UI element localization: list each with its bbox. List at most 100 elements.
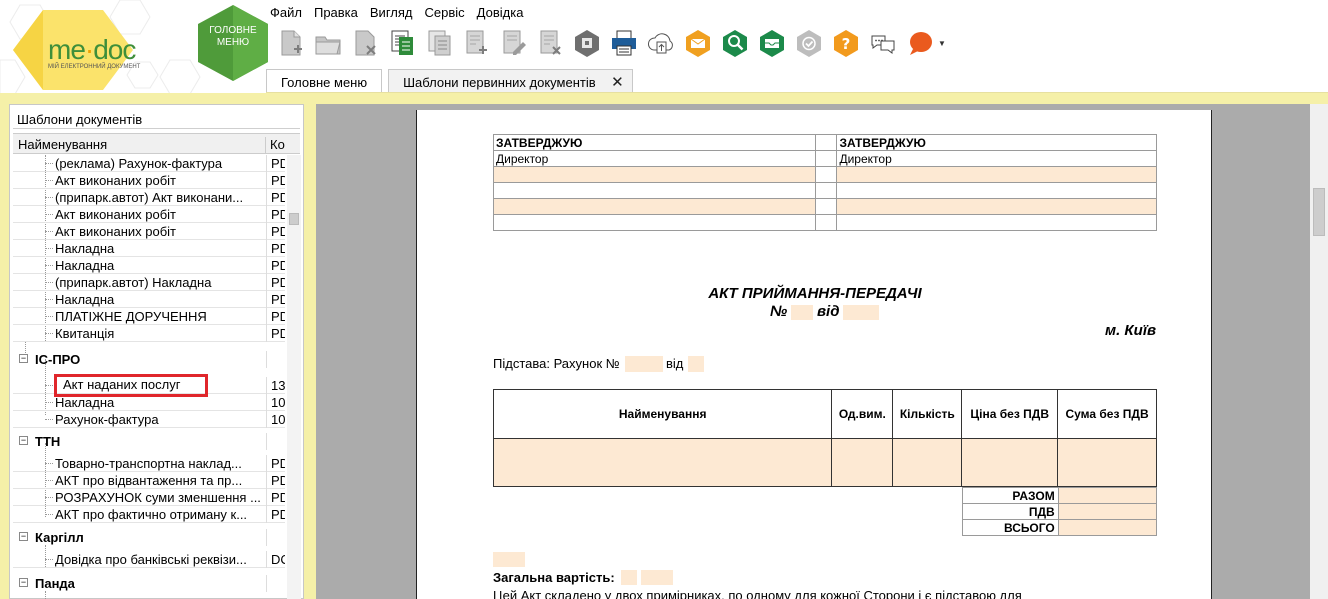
menu-help[interactable]: Довідка [471,3,530,23]
tree-scrollbar[interactable] [287,155,301,599]
tab-main-menu[interactable]: Головне меню [266,69,383,93]
new-doc-icon[interactable] [272,25,309,61]
chevron-down-icon[interactable]: ▼ [938,25,948,61]
tree-item-name: Накладна [55,258,115,273]
tree-item[interactable]: Товарно-транспортна наклад... PD [13,455,285,472]
collapse-icon[interactable]: − [19,532,28,541]
logo-text-me: me [48,34,86,65]
collapse-icon[interactable]: − [19,354,28,363]
tree-item-name: Накладна [55,241,115,256]
inbox-icon[interactable] [753,25,790,61]
total-cost-label: Загальна вартість: [493,570,615,585]
basis-from-label: від [666,356,684,371]
total-cost-field-1[interactable] [621,570,637,585]
copy-doc-gray-icon[interactable] [420,25,457,61]
vat-label: ПДВ [962,503,1059,520]
document-canvas: ЗАТВЕРДЖУЮ ЗАТВЕРДЖУЮ Директор Директор … [316,104,1312,599]
chat-icon[interactable] [864,25,901,61]
tree-item[interactable]: Накладна 10 [13,394,285,411]
open-folder-icon[interactable] [309,25,346,61]
tree-item[interactable]: Накладна PD [13,240,285,257]
tree-item[interactable]: АКТ про відвантаження та пр... PD [13,472,285,489]
tree-item[interactable]: Довідка про банківські реквізи... DC [13,551,285,568]
approve-field[interactable] [836,166,1157,183]
collapse-icon[interactable]: − [19,436,28,445]
item-unit-cell[interactable] [831,438,894,487]
document-date-field[interactable] [843,305,879,320]
total-cost-field-2[interactable] [641,570,673,585]
tree-item[interactable]: ПЛАТІЖНЕ ДОРУЧЕННЯ PD [13,308,285,325]
logo-separator: · [84,34,94,65]
check-badge-icon[interactable] [790,25,827,61]
grand-total-value-field[interactable] [1057,519,1158,536]
tree-scrollbar-thumb[interactable] [289,213,299,225]
tree-item-code: PD [271,241,285,256]
tree-item-code: PD [271,156,285,171]
tree-item[interactable]: Акт виконаних робіт PD [13,206,285,223]
help-icon[interactable]: ? [827,25,864,61]
tree-item-selected[interactable]: Акт наданих послуг 13 [13,374,285,397]
menu-file[interactable]: Файл [264,3,308,23]
tree-item-name: РОЗРАХУНОК суми зменшення ... [55,490,261,505]
close-icon[interactable]: ✕ [611,73,624,91]
basis-date-field[interactable] [688,356,704,372]
basis-number-field[interactable] [625,356,663,372]
tree-group-ttn[interactable]: − ТТН [13,433,285,450]
edit-doc-icon[interactable] [494,25,531,61]
tree-item[interactable]: Акт виконаних робіт PD [13,223,285,240]
tree-item[interactable]: Рахунок-фактура 10 [13,411,285,428]
archive-icon[interactable] [568,25,605,61]
tree-group-ic-pro[interactable]: − ІС-ПРО [13,351,285,368]
tree-item-name: Акт наданих послуг [54,374,208,397]
print-icon[interactable] [605,25,642,61]
envelope-icon[interactable] [679,25,716,61]
copy-doc-icon[interactable] [383,25,420,61]
tree-group-panda[interactable]: − Панда [13,575,285,592]
remove-doc-icon[interactable] [531,25,568,61]
menu-edit[interactable]: Правка [308,3,364,23]
home-menu-button[interactable]: ГОЛОВНЕ МЕНЮ [196,3,270,83]
item-price-cell[interactable] [961,438,1059,487]
column-header-code[interactable]: Ко [270,137,290,152]
tree-item[interactable]: (припарк.автот) Накладна PD [13,274,285,291]
approve-field[interactable] [836,198,1157,215]
document-scrollbar-thumb[interactable] [1313,188,1325,236]
items-col-price: Ціна без ПДВ [961,389,1059,439]
tree-item[interactable]: (припарк.автот) Акт виконани... PD [13,189,285,206]
tree-item[interactable]: Акт виконаних робіт PD [13,172,285,189]
tree-group-cargill[interactable]: − Каргілл [13,529,285,546]
approve-field[interactable] [493,166,816,183]
menu-service[interactable]: Сервіс [419,3,471,23]
delete-doc-icon[interactable] [346,25,383,61]
tab-bar: Головне меню Шаблони первинних документі… [266,69,639,93]
tree-item[interactable]: Накладна PD [13,257,285,274]
collapse-icon[interactable]: − [19,578,28,587]
item-sum-cell[interactable] [1057,438,1157,487]
total-cost-prefix-field[interactable] [493,552,525,567]
document-area: ЗАТВЕРДЖУЮ ЗАТВЕРДЖУЮ Директор Директор … [313,100,1328,599]
tree-item-name: ПЛАТІЖНЕ ДОРУЧЕННЯ [55,309,207,324]
approve-field[interactable] [493,198,816,215]
vat-value-field[interactable] [1057,503,1158,520]
document-scrollbar[interactable] [1310,104,1328,599]
tree-item-code: PD [271,173,285,188]
tab-primary-doc-templates[interactable]: Шаблони первинних документів ✕ [388,69,633,93]
document-number-field[interactable] [791,305,813,320]
tree-item[interactable]: АКТ про фактично отриману к... PD [13,506,285,523]
menu-view[interactable]: Вигляд [364,3,419,23]
tree-item[interactable]: (реклама) Рахунок-фактура PD [13,155,285,172]
app-header: me·doc МІЙ ЕЛЕКТРОННИЙ ДОКУМЕНТ ГОЛОВНЕ … [0,0,1328,100]
total-value-field[interactable] [1057,487,1158,504]
item-qty-cell[interactable] [892,438,963,487]
tree-item[interactable]: Накладна PD [13,291,285,308]
item-name-cell[interactable] [492,438,833,487]
tree-item[interactable]: Квитанція PD [13,325,285,342]
search-magnifier-icon[interactable] [716,25,753,61]
basis-label: Підстава: Рахунок № [493,356,620,371]
column-header-name[interactable]: Найменування [18,137,266,153]
feedback-bubble-icon[interactable] [901,25,938,61]
tree-item-name: Накладна [55,292,115,307]
tree-item[interactable]: РОЗРАХУНОК суми зменшення ... PD [13,489,285,506]
cloud-upload-icon[interactable] [642,25,679,61]
add-doc-icon[interactable] [457,25,494,61]
